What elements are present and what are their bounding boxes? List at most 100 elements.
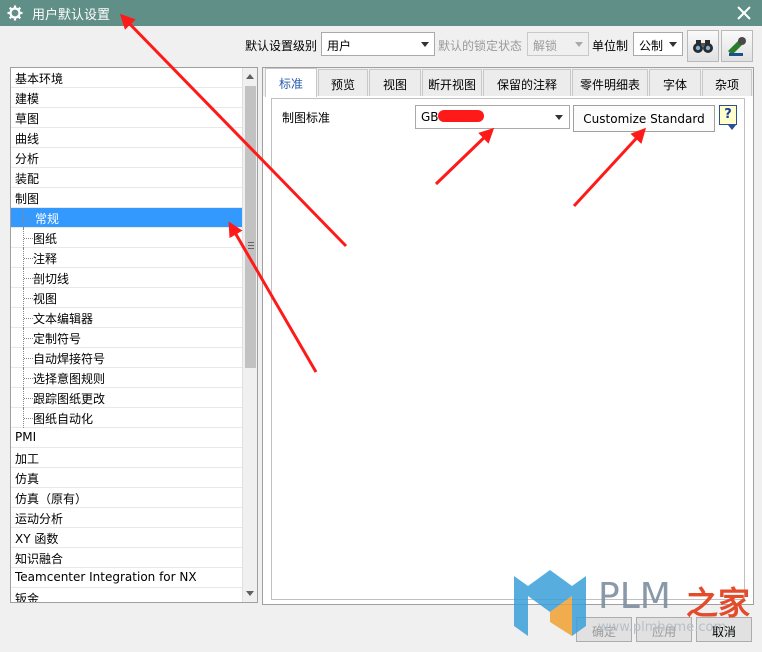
help-icon[interactable]: ? bbox=[719, 105, 737, 130]
chevron-down-icon bbox=[669, 42, 677, 47]
tree-item-label: 跟踪图纸更改 bbox=[33, 392, 106, 406]
tree-item[interactable]: 分析 bbox=[11, 148, 242, 168]
tree-item-label: 草图 bbox=[15, 112, 40, 126]
find-defaults-button[interactable] bbox=[687, 30, 719, 62]
tree-item[interactable]: PMI bbox=[11, 428, 242, 448]
tree-item[interactable]: 装配 bbox=[11, 168, 242, 188]
tree-item-label: 加工 bbox=[15, 452, 40, 466]
tree-item-label: 视图 bbox=[33, 292, 58, 306]
tree-item-label: 仿真 bbox=[15, 472, 40, 486]
tree-item-label: 选择意图规则 bbox=[33, 372, 106, 386]
customize-standard-button[interactable]: Customize Standard bbox=[573, 105, 715, 132]
title-bar: 用户默认设置 bbox=[0, 0, 762, 26]
lock-select: 解锁 bbox=[527, 32, 589, 56]
tree-item[interactable]: 钣金 bbox=[11, 588, 242, 602]
tree-item-label: 文本编辑器 bbox=[33, 312, 94, 326]
binoculars-icon bbox=[693, 40, 713, 53]
scroll-thumb[interactable] bbox=[245, 86, 256, 368]
ok-button[interactable]: 确定 bbox=[576, 617, 632, 642]
tab-4[interactable]: 保留的注释 bbox=[483, 69, 571, 96]
close-icon[interactable] bbox=[734, 3, 754, 23]
tree-item-label: 仿真（原有） bbox=[15, 492, 88, 506]
scroll-down-icon[interactable] bbox=[246, 591, 254, 596]
tab-1[interactable]: 预览 bbox=[318, 69, 368, 96]
tree-item[interactable]: 基本环境 bbox=[11, 68, 242, 88]
grip-icon bbox=[248, 242, 254, 249]
tab-3[interactable]: 断开视图 bbox=[422, 69, 482, 96]
manage-icon bbox=[728, 37, 746, 56]
tree-item[interactable]: 仿真 bbox=[11, 468, 242, 488]
tree-item-label: 图纸自动化 bbox=[33, 412, 94, 426]
chevron-down-icon bbox=[575, 42, 583, 47]
tree-item-label: 基本环境 bbox=[15, 72, 64, 86]
tree-item-label: 定制符号 bbox=[33, 332, 82, 346]
tree-item-label: 剖切线 bbox=[33, 272, 70, 286]
category-tree: 基本环境建模草图曲线分析装配制图常规图纸注释剖切线视图文本编辑器定制符号自动焊接… bbox=[10, 67, 258, 603]
tree-item-label: 装配 bbox=[15, 172, 40, 186]
tab-2[interactable]: 视图 bbox=[369, 69, 421, 96]
tree-item-label: 曲线 bbox=[15, 132, 40, 146]
tree-item[interactable]: 视图 bbox=[11, 288, 242, 308]
tab-content: 制图标准 GB Customize Standard ? bbox=[271, 98, 745, 600]
tree-item-label: XY 函数 bbox=[15, 532, 59, 546]
tab-7[interactable]: 杂项 bbox=[702, 69, 752, 96]
tree-item-label: 运动分析 bbox=[15, 512, 64, 526]
gear-icon bbox=[7, 5, 23, 21]
level-label: 默认设置级别 bbox=[245, 39, 318, 53]
redaction-mark bbox=[438, 110, 484, 122]
lock-value: 解锁 bbox=[533, 39, 558, 53]
tree-item[interactable]: 图纸 bbox=[11, 228, 242, 248]
tree-item[interactable]: 仿真（原有） bbox=[11, 488, 242, 508]
tree-item-label: 常规 bbox=[35, 212, 60, 226]
tab-5[interactable]: 零件明细表 bbox=[572, 69, 648, 96]
tree-item[interactable]: 剖切线 bbox=[11, 268, 242, 288]
tree-item[interactable]: 注释 bbox=[11, 248, 242, 268]
unit-label: 单位制 bbox=[592, 39, 629, 53]
level-value: 用户 bbox=[327, 39, 352, 53]
tree-item-label: 图纸 bbox=[33, 232, 58, 246]
tree-item[interactable]: 常规 bbox=[11, 208, 242, 228]
tree-item[interactable]: Teamcenter Integration for NX bbox=[11, 568, 242, 588]
tree-item-label: 建模 bbox=[15, 92, 40, 106]
tree-item-label: 制图 bbox=[15, 192, 40, 206]
tree-item[interactable]: 跟踪图纸更改 bbox=[11, 388, 242, 408]
chevron-down-icon bbox=[555, 115, 563, 120]
lock-label: 默认的锁定状态 bbox=[438, 39, 523, 53]
tab-0[interactable]: 标准 bbox=[265, 68, 317, 97]
standard-value: GB bbox=[421, 110, 439, 124]
unit-value: 公制 bbox=[639, 39, 664, 53]
tree-item[interactable]: 定制符号 bbox=[11, 328, 242, 348]
tree-item[interactable]: 制图 bbox=[11, 188, 242, 208]
settings-panel: 标准 预览 视图 断开视图 保留的注释 零件明细表 字体 杂项 制图标准 GB Customi… bbox=[262, 67, 754, 605]
tree-item[interactable]: 自动焊接符号 bbox=[11, 348, 242, 368]
tab-bar: 标准 预览 视图 断开视图 保留的注释 零件明细表 字体 杂项 bbox=[263, 68, 753, 97]
tree-item-label: 分析 bbox=[15, 152, 40, 166]
toolbar: 默认设置级别 用户 默认的锁定状态 解锁 单位制 公制 bbox=[0, 26, 762, 66]
apply-button[interactable]: 应用 bbox=[636, 617, 692, 642]
scroll-up-icon[interactable] bbox=[246, 74, 254, 79]
tree-item[interactable]: 建模 bbox=[11, 88, 242, 108]
level-select[interactable]: 用户 bbox=[321, 32, 435, 56]
unit-select[interactable]: 公制 bbox=[633, 32, 683, 56]
chevron-down-icon bbox=[421, 42, 429, 47]
tree-scrollbar[interactable] bbox=[242, 68, 257, 602]
tree-item-label: PMI bbox=[15, 430, 37, 444]
tree-item[interactable]: 文本编辑器 bbox=[11, 308, 242, 328]
tree-item[interactable]: 草图 bbox=[11, 108, 242, 128]
tree-item[interactable]: 曲线 bbox=[11, 128, 242, 148]
tree-item-label: 注释 bbox=[33, 252, 58, 266]
tree-item[interactable]: 图纸自动化 bbox=[11, 408, 242, 428]
tree-item[interactable]: 知识融合 bbox=[11, 548, 242, 568]
tab-6[interactable]: 字体 bbox=[649, 69, 701, 96]
window-title: 用户默认设置 bbox=[32, 8, 111, 23]
tree-item[interactable]: 选择意图规则 bbox=[11, 368, 242, 388]
tree-item[interactable]: XY 函数 bbox=[11, 528, 242, 548]
tree-item[interactable]: 加工 bbox=[11, 448, 242, 468]
tree-item[interactable]: 运动分析 bbox=[11, 508, 242, 528]
standard-select[interactable]: GB bbox=[415, 105, 570, 129]
tree-item-label: 知识融合 bbox=[15, 552, 64, 566]
manage-defaults-button[interactable] bbox=[721, 30, 753, 62]
cancel-button[interactable]: 取消 bbox=[696, 617, 752, 642]
tree-item-label: Teamcenter Integration for NX bbox=[15, 570, 197, 584]
tree-item-label: 自动焊接符号 bbox=[33, 352, 106, 366]
